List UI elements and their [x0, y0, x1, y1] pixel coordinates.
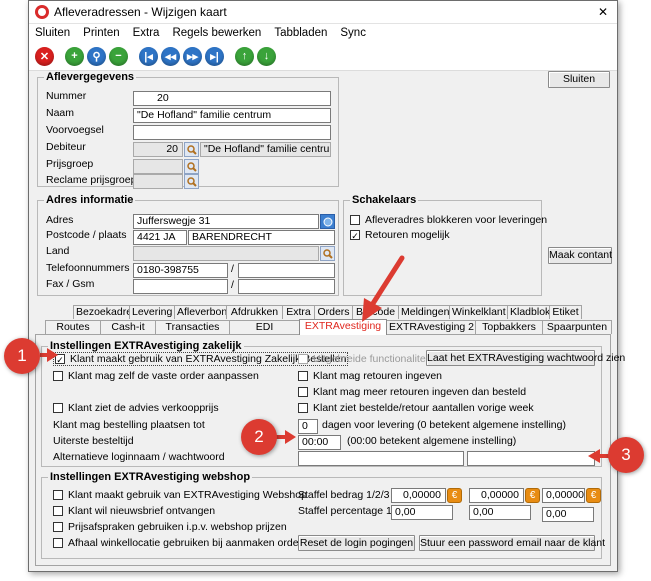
callout-3: 3	[608, 437, 644, 473]
callout-2: 2	[241, 419, 277, 455]
annotation-arrows	[40, 255, 610, 463]
callout-1: 1	[4, 338, 40, 374]
